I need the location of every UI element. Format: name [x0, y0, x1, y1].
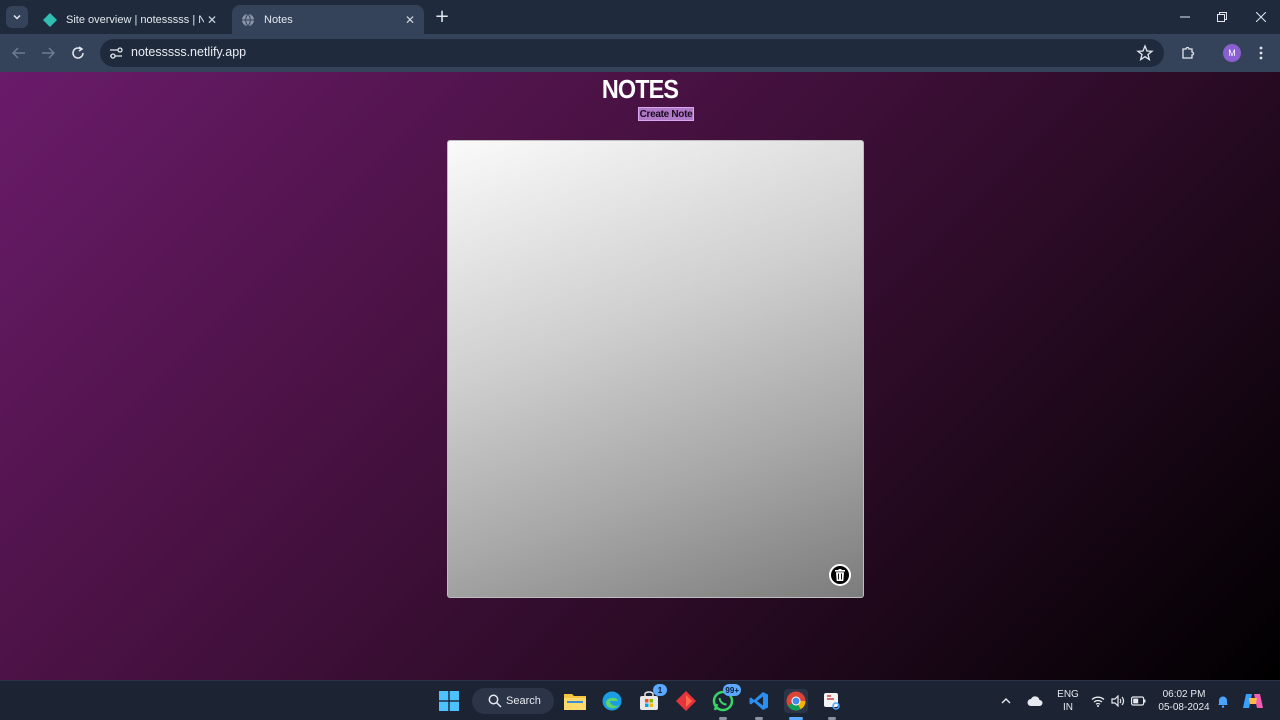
search-icon [488, 694, 502, 708]
taskbar-edge[interactable] [600, 689, 624, 713]
copilot-icon [1243, 694, 1263, 708]
new-tab-button[interactable]: + [432, 8, 452, 28]
onedrive-button[interactable] [1027, 681, 1043, 720]
bell-icon [1218, 696, 1228, 708]
note-card [447, 140, 864, 598]
start-button[interactable] [437, 689, 461, 713]
back-button[interactable] [8, 42, 30, 64]
reload-icon [72, 46, 84, 59]
search-label: Search [506, 695, 541, 707]
close-icon[interactable]: ✕ [204, 12, 220, 28]
arrow-left-icon [12, 47, 25, 59]
url-text: notesssss.netlify.app [131, 45, 247, 59]
taskbar-file-explorer[interactable] [563, 689, 587, 713]
tab-search-button[interactable] [6, 6, 28, 28]
profile-avatar[interactable]: M [1223, 44, 1241, 62]
language-indicator[interactable]: ENG IN [1055, 681, 1081, 720]
restore-icon [1217, 12, 1227, 22]
taskbar-store[interactable]: 1 [637, 684, 667, 713]
tab-title: Notes [264, 13, 293, 26]
page-title: NOTES [601, 74, 679, 104]
region-code: IN [1063, 702, 1073, 713]
whatsapp-badge: 99+ [723, 684, 741, 696]
taskbar-app-red[interactable] [674, 689, 698, 713]
taskbar-chrome[interactable] [784, 689, 808, 720]
note-textarea[interactable] [448, 141, 863, 597]
taskbar-snipping-tool[interactable] [820, 689, 844, 720]
more-vertical-icon [1259, 46, 1263, 60]
browser-toolbar: notesssss.netlify.app [0, 34, 1280, 72]
language-code: ENG [1057, 689, 1079, 700]
menu-button[interactable] [1251, 43, 1271, 63]
forward-button[interactable] [37, 42, 59, 64]
delete-note-button[interactable] [829, 564, 851, 586]
netlify-icon [42, 12, 58, 28]
clock[interactable]: 06:02 PM 05-08-2024 [1156, 681, 1212, 720]
site-info-icon[interactable] [108, 45, 124, 61]
reload-button[interactable] [67, 42, 89, 64]
notes-page: NOTES Create Note [0, 72, 1280, 680]
taskbar-vscode[interactable] [747, 689, 771, 720]
clock-date: 05-08-2024 [1158, 702, 1210, 713]
trash-icon [835, 569, 845, 581]
puzzle-icon [1182, 46, 1195, 59]
address-bar[interactable]: notesssss.netlify.app [100, 39, 1164, 67]
arrow-right-icon [42, 47, 55, 59]
tab-strip: Site overview | notesssss | Netlify ✕ No… [0, 0, 1280, 34]
folder-icon [564, 694, 586, 710]
wifi-icon [1091, 696, 1105, 707]
store-badge: 1 [653, 684, 667, 696]
notifications-button[interactable] [1217, 681, 1229, 720]
battery-icon [1131, 696, 1146, 706]
cloud-icon [1027, 696, 1043, 706]
tab-notes[interactable]: Notes ✕ [232, 5, 424, 34]
minimize-button[interactable] [1174, 6, 1196, 28]
vscode-icon [749, 692, 768, 710]
extensions-button[interactable] [1178, 43, 1198, 63]
chrome-icon [786, 691, 806, 711]
minimize-icon [1180, 16, 1190, 18]
close-icon [1256, 12, 1266, 22]
snipping-tool-icon [824, 693, 840, 710]
copilot-button[interactable] [1243, 681, 1263, 720]
diamond-app-icon [676, 691, 696, 711]
taskbar-whatsapp[interactable]: 99+ [711, 684, 741, 720]
clock-time: 06:02 PM [1162, 689, 1206, 700]
tab-site-overview[interactable]: Site overview | notesssss | Netlify ✕ [34, 5, 226, 34]
bookmark-star-icon[interactable] [1136, 44, 1154, 62]
edge-icon [602, 691, 622, 711]
windows-icon [439, 691, 459, 711]
volume-icon [1111, 695, 1125, 707]
globe-icon [240, 12, 256, 28]
quick-settings-button[interactable] [1091, 681, 1146, 720]
restore-button[interactable] [1211, 6, 1233, 28]
create-note-button[interactable]: Create Note [638, 107, 694, 121]
close-icon[interactable]: ✕ [402, 12, 418, 28]
taskbar: Search 1 99+ ENG IN 06:02 PM 05-08-2024 [0, 680, 1280, 720]
close-window-button[interactable] [1250, 6, 1272, 28]
tab-title: Site overview | notesssss | Netlify [66, 13, 204, 26]
chevron-down-icon [13, 14, 21, 20]
chevron-up-icon [1001, 698, 1011, 704]
taskbar-search[interactable]: Search [472, 688, 554, 714]
tray-overflow-button[interactable] [1000, 681, 1012, 720]
